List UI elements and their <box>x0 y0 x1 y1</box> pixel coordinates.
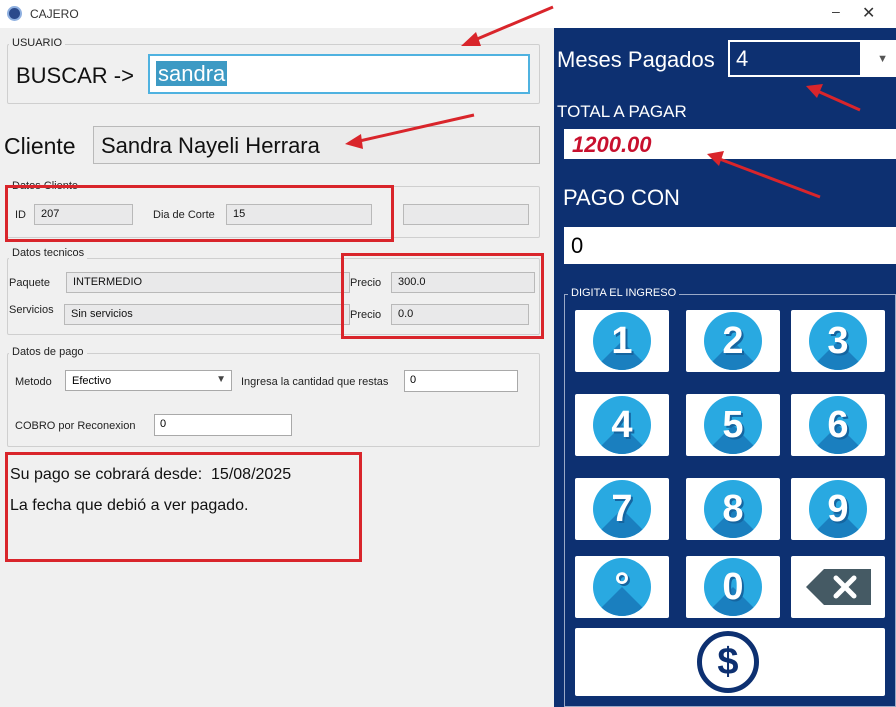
annotation-arrows <box>345 5 861 199</box>
arrow-search <box>469 5 554 44</box>
arrow-cliente <box>354 113 475 144</box>
arrow-meses <box>814 88 861 112</box>
arrow-total <box>716 156 821 199</box>
arrow-search-head <box>461 32 481 46</box>
arrow-cliente-head <box>345 134 363 149</box>
arrow-total-head <box>707 151 724 166</box>
